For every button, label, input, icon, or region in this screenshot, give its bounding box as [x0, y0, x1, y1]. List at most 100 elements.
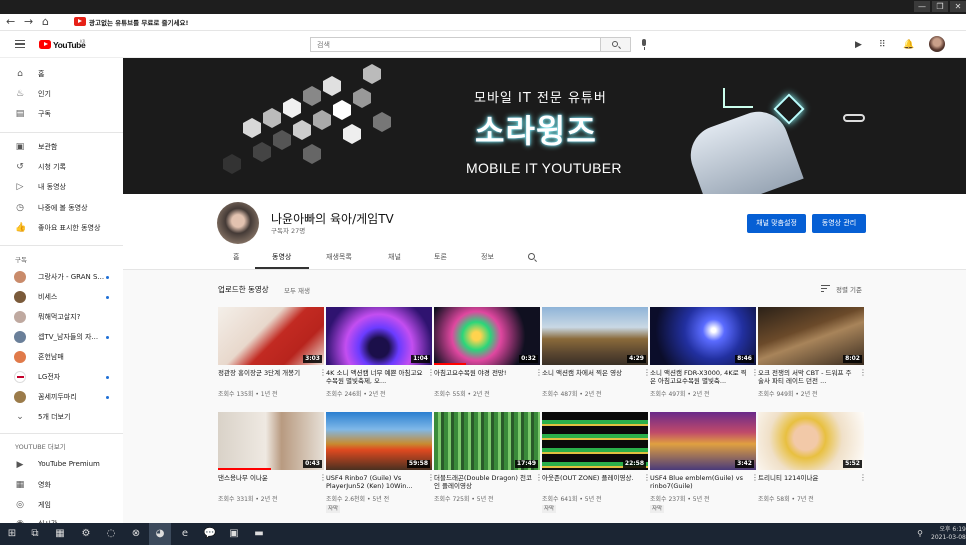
- premium-promo-link[interactable]: 광고없는 유튜브를 무료로 즐기세요!: [89, 17, 188, 27]
- video-title[interactable]: 4K 소니 액션캠 너무 예쁜 아침고요수목원 별빛축제, 오...: [326, 369, 424, 385]
- kakaotalk-icon[interactable]: 💬: [203, 527, 217, 541]
- sidebar-item-liked-videos[interactable]: 👍 좋아요 표시한 동영상: [0, 218, 123, 238]
- youtube-logo-icon[interactable]: [39, 40, 51, 49]
- video-title[interactable]: 오크 전쟁의 서막 CBT - 드워프 주술사 파티 레이드 던전 ...: [758, 369, 856, 385]
- video-thumbnail[interactable]: 17:49: [434, 412, 540, 470]
- sidebar-item-movies[interactable]: ▦ 영화: [0, 475, 123, 495]
- sort-icon[interactable]: [821, 285, 830, 292]
- channel-search-icon[interactable]: [528, 253, 535, 260]
- video-menu-icon[interactable]: ⋮: [859, 369, 867, 377]
- video-card[interactable]: 3:42 USF4 Blue emblem(Guile) vs rinbo7(Gu…: [650, 412, 759, 522]
- video-card[interactable]: 1:04 4K 소니 액션캠 너무 예쁜 아침고요수목원 별빛축제, 오... ⋮ 조…: [326, 307, 435, 417]
- video-card[interactable]: 3:03 정관장 홍이장군 3단계 개봉기 ⋮ 조회수 135회 • 1년 전: [218, 307, 327, 417]
- manage-videos-button[interactable]: 동영상 관리: [812, 214, 866, 233]
- video-title[interactable]: 정관장 홍이장군 3단계 개봉기: [218, 369, 316, 377]
- tab-about[interactable]: 정보: [481, 252, 494, 262]
- search-button[interactable]: [601, 37, 631, 52]
- sidebar-sub-item[interactable]: 뭐해먹고살지?: [0, 307, 123, 327]
- video-title[interactable]: 아웃존(OUT ZONE) 플레이영상.: [542, 474, 640, 482]
- back-icon[interactable]: ←: [6, 16, 15, 28]
- video-card[interactable]: 0:32 아침고요수목원 야경 전망! ⋮ 조회수 55회 • 2년 전: [434, 307, 543, 417]
- restore-button[interactable]: ❐: [932, 1, 948, 12]
- video-thumbnail[interactable]: 8:46: [650, 307, 756, 365]
- video-card[interactable]: 5:52 트리니티 1214이나윤 ⋮ 조회수 58회 • 7년 전: [758, 412, 867, 522]
- xbox-icon[interactable]: ⊗: [129, 527, 143, 541]
- video-card[interactable]: 8:02 오크 전쟁의 서막 CBT - 드워프 주술사 파티 레이드 던전 ..…: [758, 307, 867, 417]
- close-button[interactable]: ✕: [950, 1, 966, 12]
- forward-icon[interactable]: →: [24, 16, 33, 28]
- tab-channels[interactable]: 채널: [388, 252, 401, 262]
- search-assistant-icon[interactable]: ◌: [104, 527, 118, 541]
- video-thumbnail[interactable]: 1:04: [326, 307, 432, 365]
- minimize-button[interactable]: —: [914, 1, 930, 12]
- video-title[interactable]: USF4 Blue emblem(Guile) vs rinbo7(Guile): [650, 474, 748, 490]
- tab-playlists[interactable]: 재생목록: [326, 252, 352, 262]
- sidebar-item-library[interactable]: ▣ 보관함: [0, 137, 123, 157]
- video-card[interactable]: 8:46 소니 액션캠 FDR-X3000, 4K로 찍은 아침고요수목원 별빛축…: [650, 307, 759, 417]
- video-title[interactable]: 트리니티 1214이나윤: [758, 474, 856, 482]
- sidebar-item-home[interactable]: ⌂ 홈: [0, 64, 123, 84]
- video-thumbnail[interactable]: 0:43: [218, 412, 324, 470]
- video-title[interactable]: 댄스용나무 이나윤: [218, 474, 316, 482]
- sidebar-sub-item[interactable]: 혼헌남매: [0, 347, 123, 367]
- edge-icon[interactable]: e: [178, 527, 192, 541]
- sidebar-item-watch-later[interactable]: ◷ 나중에 볼 동영상: [0, 198, 123, 218]
- sidebar-sub-item[interactable]: LG전자: [0, 367, 123, 387]
- home-icon[interactable]: ⌂: [42, 16, 49, 28]
- search-input[interactable]: [311, 38, 600, 51]
- video-title[interactable]: 더블드래곤(Double Dragon) 천코인 플레이영상: [434, 474, 532, 490]
- video-thumbnail[interactable]: 4:29: [542, 307, 648, 365]
- network-icon[interactable]: ⚲: [913, 527, 927, 541]
- start-icon[interactable]: ⊞: [5, 527, 19, 541]
- clip-icon[interactable]: ▣: [227, 527, 241, 541]
- apps-icon[interactable]: ⠿: [879, 40, 886, 50]
- video-thumbnail[interactable]: 8:02: [758, 307, 864, 365]
- settings-icon[interactable]: ⚙: [79, 527, 93, 541]
- video-card[interactable]: 0:43 댄스용나무 이나윤 ⋮ 조회수 331회 • 2년 전: [218, 412, 327, 522]
- video-card[interactable]: 59:58 USF4 Rinbo7 (Guile) Vs PlayerJun52 …: [326, 412, 435, 522]
- video-card[interactable]: 17:49 더블드래곤(Double Dragon) 천코인 플레이영상 ⋮ 조회수 …: [434, 412, 543, 522]
- video-thumbnail[interactable]: 0:32: [434, 307, 540, 365]
- video-title[interactable]: 아침고요수목원 야경 전망!: [434, 369, 532, 377]
- file-explorer-icon[interactable]: ▬: [252, 527, 266, 541]
- store-icon[interactable]: ▦: [53, 527, 67, 541]
- video-thumbnail[interactable]: 5:52: [758, 412, 864, 470]
- video-thumbnail[interactable]: 3:42: [650, 412, 756, 470]
- taskbar-clock[interactable]: 오후 6:19 2021-03-08: [931, 526, 966, 542]
- task-view-icon[interactable]: ⧉: [28, 527, 42, 541]
- sidebar-sub-item[interactable]: 그랑사가 - GRAN S...: [0, 267, 123, 287]
- video-card[interactable]: 4:29 소니 액션캠 차에서 찍은 영상 ⋮ 조회수 487회 • 2년 전: [542, 307, 651, 417]
- tab-videos[interactable]: 동영상: [272, 252, 291, 262]
- sidebar-item-premium[interactable]: ▶ YouTube Premium: [0, 455, 123, 475]
- sidebar-sub-item[interactable]: 셉TV_남자들의 자...: [0, 327, 123, 347]
- video-thumbnail[interactable]: 59:58: [326, 412, 432, 470]
- sidebar-sub-item[interactable]: 비세스: [0, 287, 123, 307]
- chrome-icon[interactable]: ◕: [153, 527, 167, 541]
- show-more-button[interactable]: ⌄ 5개 더보기: [0, 407, 123, 427]
- notifications-icon[interactable]: 🔔: [903, 40, 914, 50]
- video-meta: 조회수 725회 • 5년 전: [434, 496, 494, 503]
- tab-discussion[interactable]: 토론: [434, 252, 447, 262]
- sidebar-item-gaming[interactable]: ◎ 게임: [0, 495, 123, 515]
- create-video-icon[interactable]: ▶: [855, 40, 862, 50]
- sort-by-button[interactable]: 정렬 기준: [836, 284, 862, 294]
- menu-icon[interactable]: [15, 40, 25, 48]
- sidebar-sub-item[interactable]: 꼼세끼두마리: [0, 387, 123, 407]
- mic-icon[interactable]: [642, 39, 646, 50]
- search-box[interactable]: [310, 37, 601, 52]
- customize-channel-button[interactable]: 채널 맞춤설정: [747, 214, 806, 233]
- video-thumbnail[interactable]: 22:58: [542, 412, 648, 470]
- video-thumbnail[interactable]: 3:03: [218, 307, 324, 365]
- account-avatar[interactable]: [929, 36, 945, 52]
- play-all-link[interactable]: 모두 재생: [284, 285, 310, 295]
- sidebar-item-trending[interactable]: ♨ 인기: [0, 84, 123, 104]
- video-menu-icon[interactable]: ⋮: [859, 474, 867, 482]
- tab-home[interactable]: 홈: [233, 252, 239, 262]
- video-title[interactable]: 소니 액션캠 FDR-X3000, 4K로 찍은 아침고요수목원 별빛축...: [650, 369, 748, 385]
- sidebar-item-history[interactable]: ↺ 시청 기록: [0, 157, 123, 177]
- video-card[interactable]: 22:58 아웃존(OUT ZONE) 플레이영상. ⋮ 조회수 641회 • 5년 …: [542, 412, 651, 522]
- video-title[interactable]: 소니 액션캠 차에서 찍은 영상: [542, 369, 640, 377]
- sidebar-item-my-videos[interactable]: ▷ 내 동영상: [0, 177, 123, 197]
- video-title[interactable]: USF4 Rinbo7 (Guile) Vs PlayerJun52 (Ken)…: [326, 474, 424, 490]
- sidebar-item-subscriptions[interactable]: ▤ 구독: [0, 104, 123, 124]
